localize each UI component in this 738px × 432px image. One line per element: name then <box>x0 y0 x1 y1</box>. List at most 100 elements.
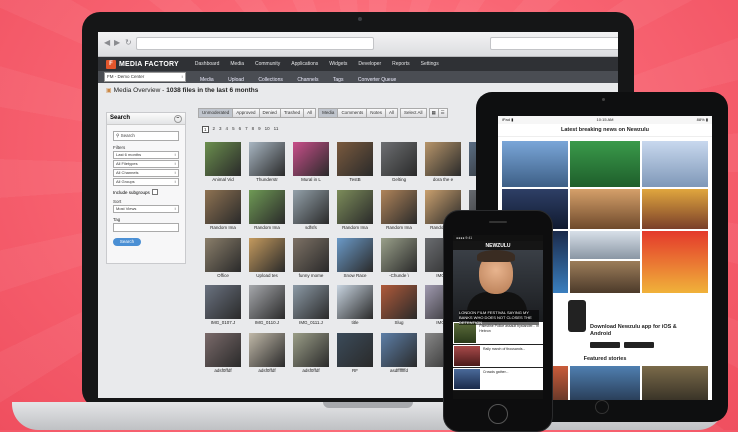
media-thumbnail[interactable]: Mural in L <box>292 142 330 187</box>
page-1[interactable]: 1 <box>202 126 209 133</box>
media-thumbnail[interactable]: Snow Race <box>336 237 374 283</box>
subnav-media[interactable]: Media <box>200 77 214 83</box>
page-5[interactable]: 5 <box>232 126 235 133</box>
tab-denied[interactable]: Denied <box>258 108 281 118</box>
filter-channel-select[interactable]: All Channels ↕ <box>113 169 179 177</box>
page-2[interactable]: 2 <box>213 126 216 133</box>
tab-approved[interactable]: Approved <box>232 108 260 118</box>
page-8[interactable]: 8 <box>252 126 255 133</box>
nav-community[interactable]: Community <box>255 61 280 67</box>
thumbnail-caption: TestB <box>349 177 361 182</box>
app-store-badge[interactable] <box>590 342 620 348</box>
phone-news-row[interactable]: Crowds gather... <box>453 368 543 391</box>
tab-all-status[interactable]: All <box>303 108 317 118</box>
filter-date-select[interactable]: Last 6 months ↕ <box>113 151 179 159</box>
search-input[interactable]: ⚲ Search <box>113 131 179 141</box>
browser-search-bar[interactable] <box>490 37 618 50</box>
phone-hero[interactable]: LONDON FILM FESTIVAL SAYING MY BANKS WHO… <box>453 250 543 325</box>
page-3[interactable]: 3 <box>219 126 222 133</box>
tab-all-types[interactable]: All <box>384 108 398 118</box>
news-image[interactable] <box>642 141 708 187</box>
nav-media[interactable]: Media <box>230 61 244 67</box>
media-thumbnail[interactable]: Random Ima <box>336 189 374 235</box>
tab-comments[interactable]: Comments <box>337 108 368 118</box>
nav-applications[interactable]: Applications <box>291 61 318 67</box>
media-thumbnail[interactable]: Thunderstr <box>248 142 286 187</box>
search-button[interactable]: Search <box>113 238 141 246</box>
phone-news-row[interactable]: Palestine Police assault bystander... in… <box>453 322 543 345</box>
tablet-home-button[interactable] <box>595 400 609 414</box>
nav-dashboard[interactable]: Dashboard <box>195 61 219 67</box>
page-9[interactable]: 9 <box>258 126 261 133</box>
media-thumbnail[interactable]: TestB <box>336 142 374 187</box>
filter-filetype-select[interactable]: All Filetypes ↕ <box>113 160 179 168</box>
phone-home-button[interactable] <box>488 404 508 424</box>
thumbnail-image <box>205 237 241 272</box>
news-image[interactable] <box>642 231 708 293</box>
filter-group-select[interactable]: All Groups ↕ <box>113 178 179 186</box>
featured-image[interactable] <box>570 366 640 400</box>
nav-reports[interactable]: Reports <box>392 61 410 67</box>
media-thumbnail[interactable]: Animal Vid <box>204 142 242 187</box>
media-thumbnail[interactable]: Office <box>204 237 242 283</box>
address-bar[interactable] <box>136 37 374 50</box>
news-image[interactable] <box>502 141 568 187</box>
media-thumbnail[interactable]: RF <box>336 333 374 378</box>
subnav-upload[interactable]: Upload <box>228 77 244 83</box>
reload-icon[interactable]: ↻ <box>125 38 132 47</box>
nav-developer[interactable]: Developer <box>358 61 381 67</box>
media-thumbnail[interactable]: dora the e <box>424 142 462 187</box>
phone-news-row[interactable]: Rally march of thousands... <box>453 345 543 368</box>
page-4[interactable]: 4 <box>226 126 229 133</box>
google-play-badge[interactable] <box>624 342 654 348</box>
subnav-channels[interactable]: Channels <box>297 77 318 83</box>
tab-media[interactable]: Media <box>318 108 339 118</box>
list-view-icon[interactable]: ☰ <box>437 108 448 118</box>
media-thumbnail[interactable]: Gelting <box>380 142 418 187</box>
media-thumbnail[interactable]: asdfffffffd <box>380 333 418 378</box>
featured-image[interactable] <box>642 366 708 400</box>
media-thumbnail[interactable]: Random Ima <box>380 189 418 235</box>
logo[interactable]: F MEDIA FACTORY <box>106 59 179 69</box>
media-thumbnail[interactable]: IMG_0111.J <box>292 285 330 330</box>
media-thumbnail[interactable]: IMG_0110.J <box>248 285 286 330</box>
subnav-collections[interactable]: Collections <box>258 77 282 83</box>
subnav-converter-queue[interactable]: Converter Queue <box>358 77 396 83</box>
media-thumbnail[interactable]: title <box>336 285 374 330</box>
tag-input[interactable] <box>113 223 179 232</box>
page-11[interactable]: 11 <box>274 126 279 133</box>
media-thumbnail[interactable]: -Chunde \ <box>380 237 418 283</box>
media-thumbnail[interactable]: adsf0ffdf <box>248 333 286 378</box>
news-image[interactable] <box>570 231 640 259</box>
forward-icon[interactable]: ▶ <box>114 38 120 47</box>
media-thumbnail[interactable]: adsf0ffdf <box>204 333 242 378</box>
news-image[interactable] <box>642 189 708 229</box>
sort-select[interactable]: Most Views ↕ <box>113 205 179 213</box>
news-image[interactable] <box>570 189 640 229</box>
media-thumbnail[interactable]: IMG_0107.J <box>204 285 242 330</box>
thumbnail-caption: IMG_0111.J <box>299 320 323 326</box>
media-thumbnail[interactable]: sdfsfs <box>292 189 330 235</box>
news-image[interactable] <box>570 261 640 293</box>
subnav-tags[interactable]: Tags <box>333 77 344 83</box>
news-image[interactable] <box>570 141 640 187</box>
media-thumbnail[interactable]: Random Ima <box>248 189 286 235</box>
select-all-button[interactable]: Select All <box>399 108 427 118</box>
nav-settings[interactable]: Settings <box>421 61 439 67</box>
site-select[interactable]: FM - Demo Center ↕ <box>104 72 186 82</box>
collapse-icon[interactable]: − <box>174 115 182 123</box>
page-6[interactable]: 6 <box>239 126 242 133</box>
tab-trashed[interactable]: Trashed <box>279 108 305 118</box>
media-thumbnail[interactable]: funny mome <box>292 237 330 283</box>
media-thumbnail[interactable]: adsf0ffdf <box>292 333 330 378</box>
media-thumbnail[interactable]: Upload tes <box>248 237 286 283</box>
tab-notes[interactable]: Notes <box>366 108 386 118</box>
media-thumbnail[interactable]: Slug <box>380 285 418 330</box>
back-icon[interactable]: ◀ <box>104 38 110 47</box>
tab-unmoderated[interactable]: Unmoderated <box>198 108 234 118</box>
media-thumbnail[interactable]: Random Ima <box>204 189 242 235</box>
page-7[interactable]: 7 <box>245 126 248 133</box>
nav-widgets[interactable]: Widgets <box>329 61 347 67</box>
page-10[interactable]: 10 <box>265 126 270 133</box>
include-subgroups-checkbox[interactable] <box>151 189 158 195</box>
